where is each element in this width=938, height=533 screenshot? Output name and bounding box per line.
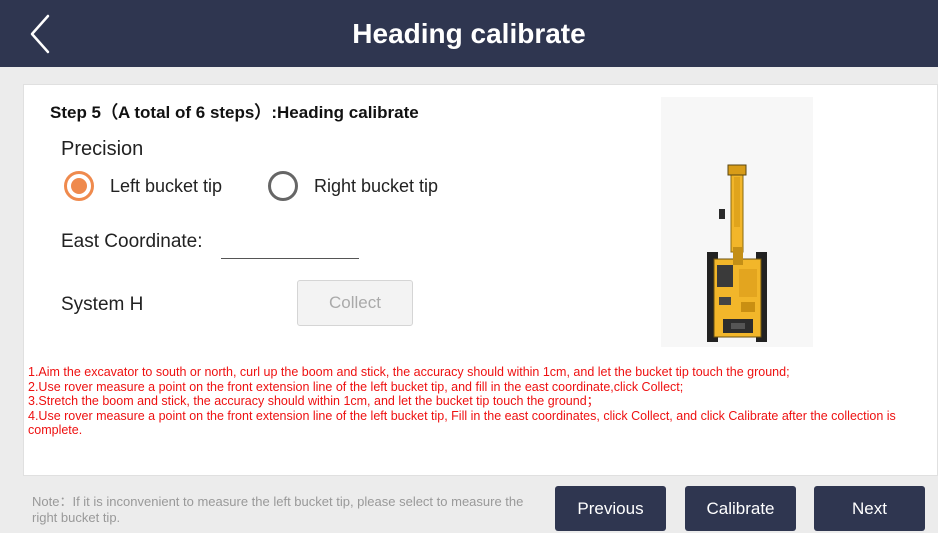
radio-unchecked-icon[interactable] <box>268 171 298 201</box>
precision-label: Precision <box>61 138 144 160</box>
collect-button[interactable]: Collect <box>297 280 413 326</box>
page-title: Heading calibrate <box>352 18 586 49</box>
calibration-card: Step 5（A total of 6 steps）:Heading calib… <box>23 84 938 476</box>
instruction-step-1: 1.Aim the excavator to south or north, c… <box>28 365 790 379</box>
system-h-label: System H <box>61 294 144 315</box>
radio-label-right: Right bucket tip <box>314 175 439 196</box>
radio-label-left: Left bucket tip <box>110 175 223 196</box>
next-button[interactable]: Next <box>814 486 925 531</box>
instruction-step-4: 4.Use rover measure a point on the front… <box>28 408 896 438</box>
east-coordinate-input[interactable] <box>221 226 359 259</box>
calibrate-button[interactable]: Calibrate <box>685 486 796 531</box>
header-bar: Heading calibrate <box>0 0 938 67</box>
excavator-image <box>661 97 813 347</box>
radio-checked-icon[interactable] <box>64 171 94 201</box>
instructions-text: 1.Aim the excavator to south or north, c… <box>28 365 928 438</box>
radio-right-bucket-tip[interactable]: Right bucket tip <box>268 171 438 201</box>
radio-left-bucket-tip[interactable]: Left bucket tip <box>64 171 222 201</box>
excavator-top-view-icon <box>707 164 767 342</box>
instruction-step-3: 3.Stretch the boom and stick, the accura… <box>28 394 600 409</box>
step-title: Step 5（A total of 6 steps）:Heading calib… <box>50 103 419 122</box>
east-coordinate-label: East Coordinate: <box>61 231 203 252</box>
instruction-step-2: 2.Use rover measure a point on the front… <box>28 379 684 394</box>
previous-button[interactable]: Previous <box>555 486 666 531</box>
note-text: Note：If it is inconvenient to measure th… <box>32 494 524 525</box>
